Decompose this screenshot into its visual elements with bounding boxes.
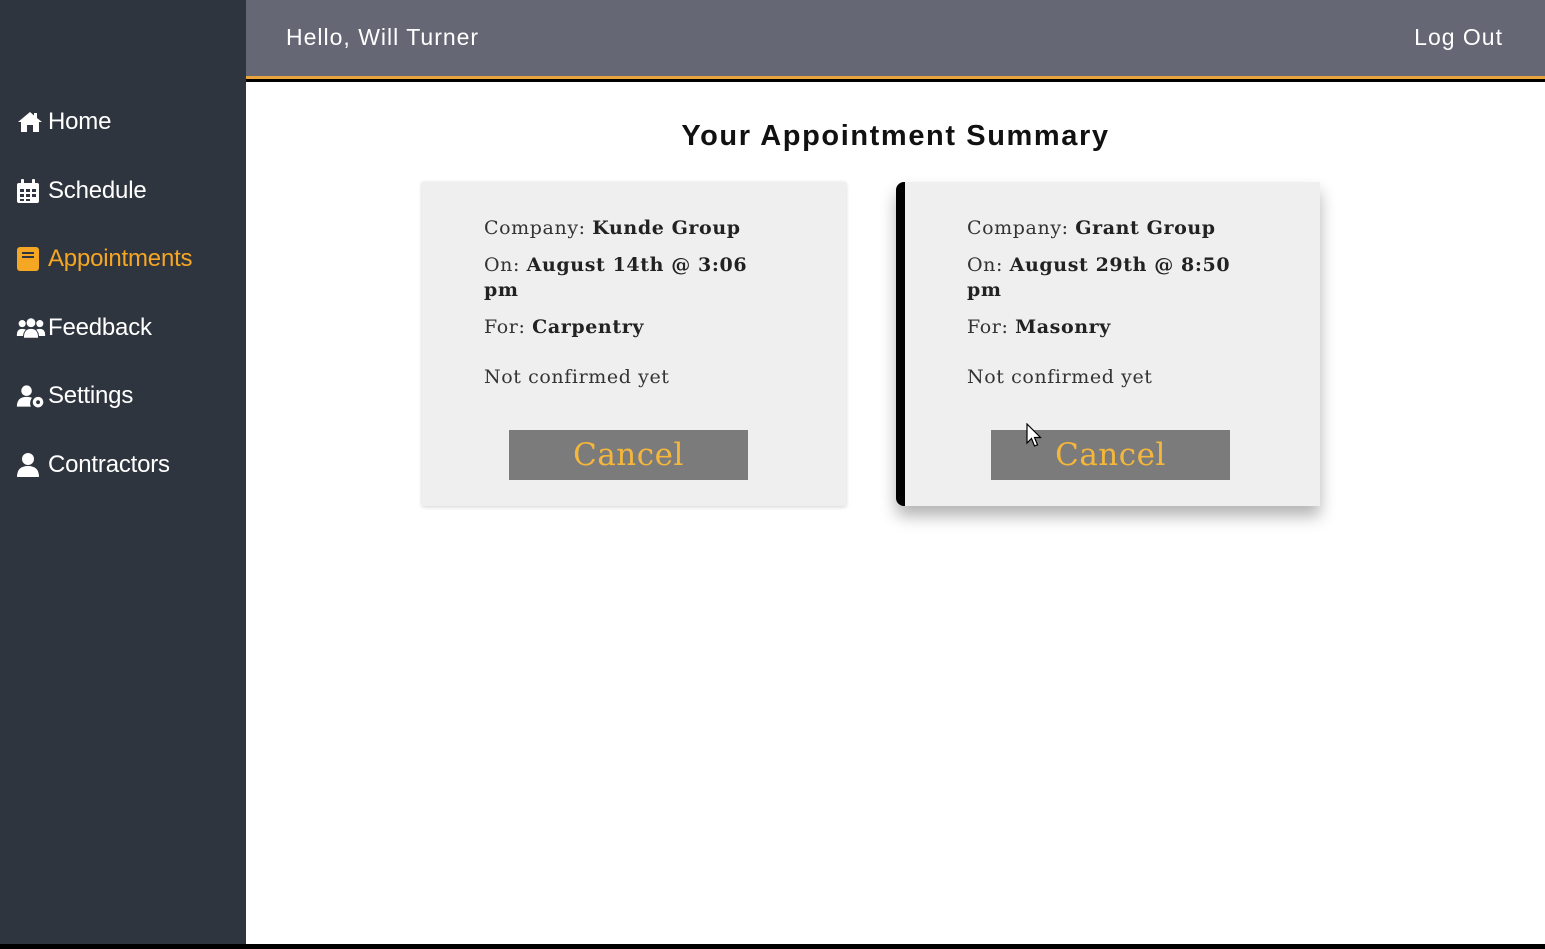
datetime-line: On: August 29th @ 8:50 pm — [967, 253, 1267, 303]
sidebar-item-settings[interactable]: Settings — [0, 362, 246, 431]
sidebar-nav: Home Schedule Appointments Feedback Sett… — [0, 88, 246, 499]
for-label: For: — [967, 316, 1009, 338]
appointment-card: Company: Grant Group On: August 29th @ 8… — [896, 182, 1320, 506]
users-icon — [16, 315, 46, 341]
home-icon — [16, 109, 46, 135]
appointment-details: Company: Grant Group On: August 29th @ 8… — [967, 216, 1267, 388]
mouse-cursor-icon — [1026, 423, 1042, 447]
user-cog-icon — [16, 383, 46, 409]
cancel-button[interactable]: Cancel — [509, 430, 748, 480]
company-label: Company: — [484, 217, 586, 239]
calendar-icon — [16, 178, 46, 204]
appointment-card: Company: Kunde Group On: August 14th @ 3… — [422, 182, 846, 506]
sidebar: Home Schedule Appointments Feedback Sett… — [0, 0, 246, 944]
sidebar-item-label: Schedule — [48, 176, 147, 204]
sidebar-item-schedule[interactable]: Schedule — [0, 157, 246, 226]
logout-link[interactable]: Log Out — [1414, 24, 1503, 51]
sidebar-item-appointments[interactable]: Appointments — [0, 225, 246, 294]
appointment-datetime: August 14th @ 3:06 pm — [484, 254, 748, 301]
company-line: Company: Kunde Group — [484, 216, 784, 241]
page-title: Your Appointment Summary — [681, 120, 1110, 152]
main-content: Your Appointment Summary Company: Kunde … — [246, 82, 1545, 944]
sidebar-item-label: Feedback — [48, 313, 152, 341]
top-bar: Hello, Will Turner Log Out — [246, 0, 1545, 79]
confirmation-status: Not confirmed yet — [484, 366, 670, 388]
service-name: Masonry — [1015, 316, 1111, 338]
company-line: Company: Grant Group — [967, 216, 1267, 241]
user-greeting: Hello, Will Turner — [286, 24, 480, 50]
sidebar-item-label: Home — [48, 108, 112, 136]
company-name: Kunde Group — [592, 217, 741, 239]
appointment-details: Company: Kunde Group On: August 14th @ 3… — [484, 216, 784, 388]
service-name: Carpentry — [532, 316, 644, 338]
company-name: Grant Group — [1075, 217, 1216, 239]
service-line: For: Masonry — [967, 315, 1267, 340]
confirmation-status: Not confirmed yet — [967, 366, 1153, 388]
sidebar-item-label: Settings — [48, 382, 134, 410]
service-line: For: Carpentry — [484, 315, 784, 340]
appointment-datetime: August 29th @ 8:50 pm — [967, 254, 1231, 301]
sidebar-item-home[interactable]: Home — [0, 88, 246, 157]
user-icon — [16, 452, 46, 478]
sidebar-item-label: Contractors — [48, 450, 170, 478]
sidebar-item-feedback[interactable]: Feedback — [0, 294, 246, 363]
company-label: Company: — [967, 217, 1069, 239]
datetime-line: On: August 14th @ 3:06 pm — [484, 253, 784, 303]
on-label: On: — [484, 254, 521, 276]
on-label: On: — [967, 254, 1004, 276]
book-icon — [16, 246, 46, 272]
sidebar-item-label: Appointments — [48, 245, 193, 273]
for-label: For: — [484, 316, 526, 338]
sidebar-item-contractors[interactable]: Contractors — [0, 431, 246, 500]
